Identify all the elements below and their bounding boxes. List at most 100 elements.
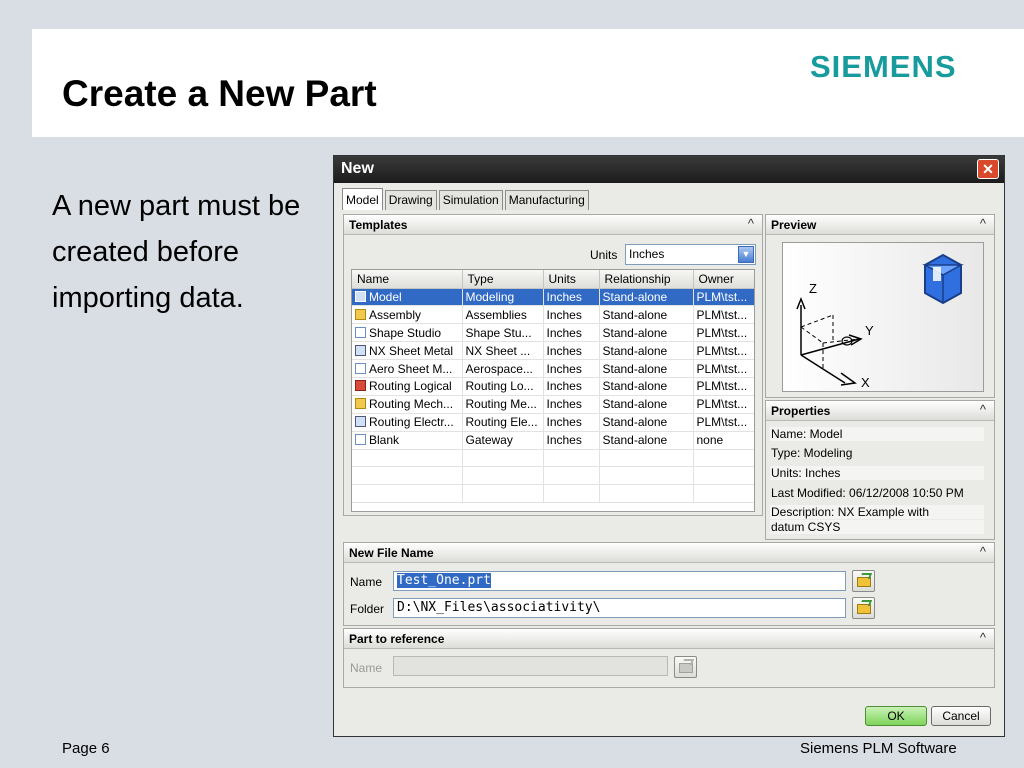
property-description-cont: datum CSYS [770,520,984,534]
column-header-name[interactable]: Name [352,270,463,289]
folder-label: Folder [350,602,385,616]
table-cell-empty [543,484,600,504]
units-dropdown[interactable]: Inches ▼ [625,244,756,265]
table-cell-empty [352,449,463,468]
cell-text: PLM\tst... [696,307,748,322]
cell-text: Inches [546,289,582,304]
table-cell-relationship: Stand-alone [599,395,694,414]
table-cell-type: Assemblies [462,305,544,325]
table-cell-units: Inches [543,359,600,378]
chevron-down-icon[interactable]: ▼ [738,246,754,263]
tab-model[interactable]: Model [342,188,383,210]
footer-company: Siemens PLM Software [800,740,957,757]
axis-label-y: Y [865,323,874,338]
table-row[interactable]: Aero Sheet M... Aerospace... Inches Stand-a… [352,359,754,378]
cell-text: Inches [546,433,582,448]
tab-drawing[interactable]: Drawing [384,190,437,210]
dialog-titlebar[interactable]: New ✕ [334,156,1004,183]
table-cell-owner: PLM\tst... [693,377,754,396]
collapse-icon[interactable]: ^ [980,216,986,231]
table-row[interactable]: Routing Electr... Routing Ele... Inches Sta… [352,413,754,432]
file-name-selected-text: Test_One.prt [397,573,491,588]
column-header-units[interactable]: Units [543,270,600,289]
blank-icon [355,434,366,446]
cell-text: Modeling [465,289,515,304]
cell-text: Stand-alone [602,415,668,430]
slide-title: Create a New Part [62,73,377,114]
table-cell-name: Aero Sheet M... [352,359,463,378]
collapse-icon[interactable]: ^ [748,216,754,231]
table-cell-relationship: Stand-alone [599,305,694,325]
close-icon[interactable]: ✕ [977,159,999,179]
table-cell-units: Inches [543,323,600,343]
cell-text: Inches [546,307,582,322]
cell-text: Shape Studio [369,325,442,340]
table-row[interactable]: Shape Studio Shape Stu... Inches Stand-alon… [352,323,754,343]
properties-heading: Properties [771,404,831,418]
units-label: Units [590,248,618,262]
preview-header[interactable]: Preview ^ [766,215,994,235]
browse-folder-button[interactable] [852,597,875,619]
cell-text: Stand-alone [602,343,668,358]
table-cell-owner: none [693,431,754,450]
column-header-owner[interactable]: Owner [693,270,754,289]
table-row[interactable]: NX Sheet Metal NX Sheet ... Inches Stand-al… [352,341,754,361]
table-cell-owner: PLM\tst... [693,341,754,361]
units-dropdown-value: Inches [629,247,665,261]
table-cell-owner: PLM\tst... [693,288,754,307]
table-cell-empty [462,484,544,504]
tab-manufacturing[interactable]: Manufacturing [504,190,589,210]
browse-name-button[interactable] [852,570,875,592]
tab-simulation[interactable]: Simulation [438,190,503,210]
folder-input[interactable]: D:\NX_Files\associativity\ [393,598,846,618]
table-cell-empty [599,466,694,486]
templates-header[interactable]: Templates ^ [344,215,762,235]
table-cell-units: Inches [543,431,600,450]
property-type: Type: Modeling [771,446,853,460]
part-to-reference-header[interactable]: Part to reference ^ [344,629,994,649]
name-label: Name [350,575,383,589]
table-row-empty [352,449,754,468]
preview-panel: Preview ^ Z Y X [765,214,995,398]
table-cell-empty [693,466,754,486]
table-cell-name: Routing Logical [352,377,463,396]
table-row[interactable]: Routing Logical Routing Lo... Inches Stand-… [352,377,754,396]
table-cell-units: Inches [543,288,600,307]
table-cell-relationship: Stand-alone [599,359,694,378]
ok-button[interactable]: OK [865,706,927,726]
cell-text: Aero Sheet M... [369,361,453,376]
cancel-button[interactable]: Cancel [931,706,991,726]
table-row[interactable]: Routing Mech... Routing Me... Inches Stand-… [352,395,754,414]
shape-studio-icon [355,326,366,338]
template-preview-image: Z Y X [782,242,984,392]
new-file-name-header[interactable]: New File Name ^ [344,543,994,563]
table-cell-type: Modeling [462,288,544,307]
table-row[interactable]: Assembly Assemblies Inches Stand-alone PLM\t… [352,305,754,325]
footer-page-number: Page 6 [62,740,110,757]
table-cell-empty [352,466,463,486]
cell-text: Inches [546,379,582,394]
collapse-icon[interactable]: ^ [980,630,986,645]
table-row[interactable]: Blank Gateway Inches Stand-alone none [352,431,754,450]
collapse-icon[interactable]: ^ [980,544,986,559]
cell-text: Inches [546,325,582,340]
axis-label-x: X [861,375,870,390]
table-row[interactable]: Model Modeling Inches Stand-alone PLM\tst... [352,288,754,307]
file-name-input[interactable]: Test_One.prt [393,571,846,591]
table-cell-type: Routing Me... [462,395,544,414]
datum-csys-icon: Z Y X [796,253,964,390]
collapse-icon[interactable]: ^ [980,402,986,417]
properties-header[interactable]: Properties ^ [766,401,994,421]
cell-text: Stand-alone [602,289,668,304]
table-cell-empty [599,484,694,504]
dialog-title: New [341,160,374,177]
column-header-type[interactable]: Type [462,270,544,289]
templates-heading: Templates [349,218,408,232]
part-to-reference-panel: Part to reference ^ Name [343,628,995,688]
cell-text: Blank [369,433,400,448]
column-header-relationship[interactable]: Relationship [599,270,694,289]
cell-text: Assembly [369,307,422,322]
slide-header: Create a New Part SIEMENS [32,29,1024,137]
cell-text: Stand-alone [602,397,668,412]
templates-panel: Templates ^ Units Inches ▼ Name Type Uni… [343,214,763,516]
